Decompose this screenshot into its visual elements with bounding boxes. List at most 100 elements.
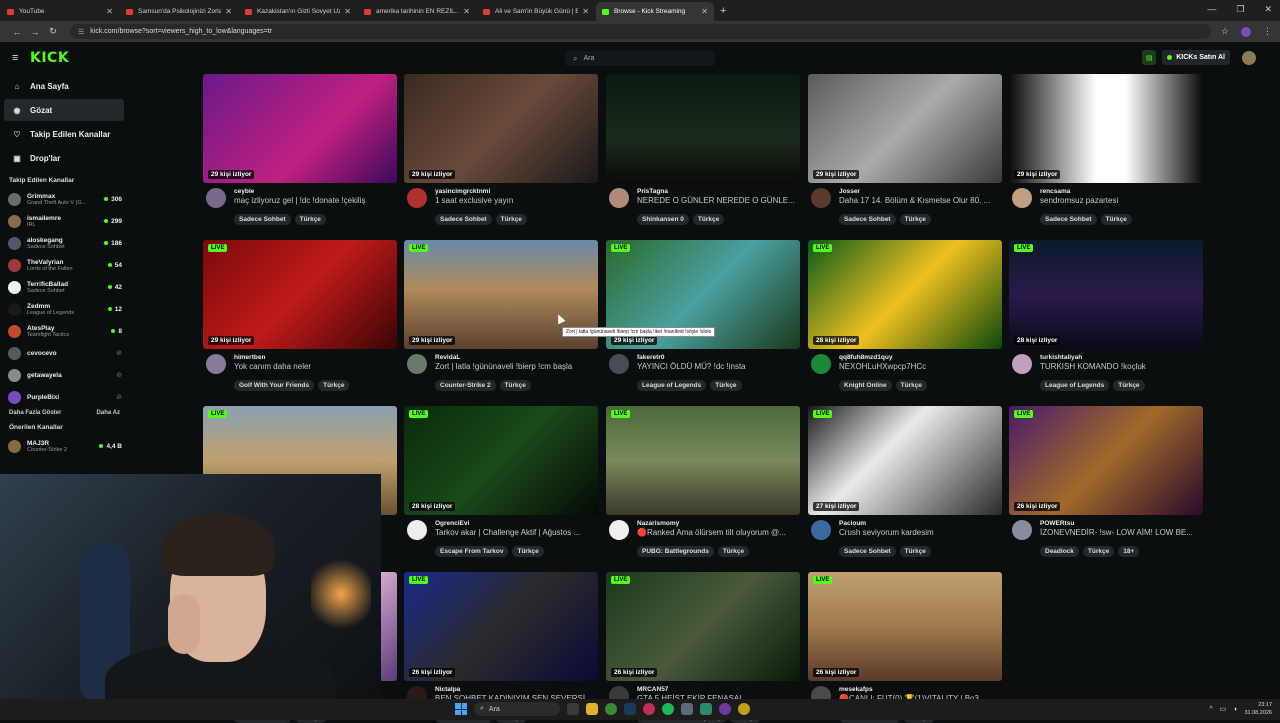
stream-thumbnail[interactable]: LIVE 26 kişi izliyor (1009, 406, 1203, 515)
task-view-icon[interactable] (567, 703, 579, 715)
stream-title[interactable]: Yok canım daha neler (234, 362, 397, 371)
buy-kicks-button[interactable]: KICKs Satın Al (1162, 50, 1230, 65)
steam-icon[interactable] (624, 703, 636, 715)
stream-tag[interactable]: Sadece Sohbet (1040, 214, 1097, 225)
browser-tab[interactable]: YouTube ✕ (1, 2, 119, 21)
streamer-name[interactable]: yasincimgrcktnmi (435, 188, 598, 195)
stream-thumbnail[interactable] (606, 74, 800, 183)
stream-tag[interactable]: Knight Online (839, 380, 892, 391)
streamer-name[interactable]: PrisTagna (637, 188, 800, 195)
stream-thumbnail[interactable]: 29 kişi izliyor (404, 74, 598, 183)
streamer-name[interactable]: mesekafps (839, 686, 1002, 693)
streamer-avatar[interactable] (1012, 520, 1032, 540)
network-icon[interactable]: ▭ (1220, 705, 1227, 713)
stream-title[interactable]: Tarkov akar | Challenge Aktif | Ağustos … (435, 528, 598, 537)
stream-tag[interactable]: Sadece Sohbet (234, 214, 291, 225)
spotify-icon[interactable] (662, 703, 674, 715)
url-input[interactable]: ☰ kick.com/browse?sort=viewers_high_to_l… (70, 24, 1211, 39)
stream-title[interactable]: TURKISH KOMANDO !koçluk (1040, 362, 1203, 371)
close-tab-icon[interactable]: ✕ (225, 7, 232, 16)
close-tab-icon[interactable]: ✕ (701, 7, 708, 16)
stream-card[interactable]: 29 kişi izliyor rencsama sendromsuz pazart… (1009, 74, 1203, 225)
stream-card[interactable]: LIVE 29 kişi izliyor fakeretr0 YAYINCI ÖLDÜ… (606, 240, 800, 391)
file-explorer-icon[interactable] (586, 703, 598, 715)
streamer-avatar[interactable] (609, 354, 629, 374)
followed-channel[interactable]: TerrificBallad Sadece Sohbet 42 (0, 276, 130, 298)
stream-title[interactable]: YAYINCI ÖLDÜ MÜ? !dc !insta (637, 362, 800, 371)
search-input[interactable]: ⌕ Ara (565, 51, 715, 66)
streamer-name[interactable]: MRCAN57 (637, 686, 800, 693)
streamer-name[interactable]: rencsama (1040, 188, 1203, 195)
streamer-name[interactable]: qq8fuh8mzd1quy (839, 354, 1002, 361)
stream-manager-icon[interactable]: ▤ (1142, 50, 1157, 65)
followed-channel[interactable]: Grimmax Grand Theft Auto V (G... 306 (0, 188, 130, 210)
stream-card[interactable]: LIVE 28 kişi izliyor qq8fuh8mzd1quy NEXOHLu… (808, 240, 1002, 391)
sidebar-nav-item[interactable]: ⌂ Ana Sayfa (4, 75, 124, 97)
stream-tag[interactable]: Türkçe (895, 380, 927, 391)
stream-tag[interactable]: Türkçe (499, 380, 531, 391)
stream-card[interactable]: 29 kişi izliyor ceybie maç izliyoruz gel |… (203, 74, 397, 225)
stream-tag[interactable]: Shinkansen 0 (637, 214, 689, 225)
stream-card[interactable]: LIVE Nazarismomy 🔴Ranked Ama ölürsem tilt … (606, 406, 800, 557)
stream-tag[interactable]: Türkçe (899, 546, 931, 557)
stream-title[interactable]: Daha 17 14. Bölüm & Kısmetse Olur 80. ..… (839, 196, 1002, 205)
forward-icon[interactable]: → (26, 27, 44, 37)
maximize-icon[interactable]: ❐ (1236, 4, 1244, 15)
stream-title[interactable]: NEXOHLuHXwpcp7HCc (839, 362, 1002, 371)
browser-tab[interactable]: Browse - Kick Streaming ✕ (596, 2, 714, 21)
stream-tag[interactable]: PUBG: Battlegrounds (637, 546, 714, 557)
volume-icon[interactable]: ◖ (1233, 706, 1237, 713)
stream-title[interactable]: 1 saat exclusive yayın (435, 196, 598, 205)
stream-tag[interactable]: Deadlock (1040, 546, 1079, 557)
show-less-link[interactable]: Daha Az (97, 410, 120, 416)
sidebar-nav-item[interactable]: ◉ Gözat (4, 99, 124, 121)
followed-channel[interactable]: PurpleBixi ⊘ (0, 386, 130, 408)
stream-title[interactable]: 🔴Ranked Ama ölürsem tilt oluyorum @... (637, 528, 800, 537)
streamer-avatar[interactable] (811, 354, 831, 374)
stream-thumbnail[interactable]: LIVE 26 kişi izliyor (404, 572, 598, 681)
close-tab-icon[interactable]: ✕ (106, 7, 113, 16)
stream-thumbnail[interactable]: 29 kişi izliyor (1009, 74, 1203, 183)
kick-logo[interactable]: KICK (30, 50, 69, 66)
streamer-name[interactable]: turkishtaliyah (1040, 354, 1203, 361)
followed-channel[interactable]: cevocevo ⊘ (0, 342, 130, 364)
stream-tag[interactable]: Sadece Sohbet (839, 546, 896, 557)
chrome-icon[interactable] (605, 703, 617, 715)
close-window-icon[interactable]: ✕ (1264, 4, 1272, 15)
app-icon-green[interactable] (700, 703, 712, 715)
streamer-avatar[interactable] (1012, 188, 1032, 208)
sidebar-nav-item[interactable]: ▣ Drop'lar (4, 147, 124, 169)
stream-card[interactable]: LIVE 27 kişi izliyor Pacioum Crush seviyoru… (808, 406, 1002, 557)
sidebar-nav-item[interactable]: ♡ Takip Edilen Kanallar (4, 123, 124, 145)
stream-title[interactable]: İZONEVNEDİR- !sw- LOW AİM! LOW BE... (1040, 528, 1203, 537)
stream-card[interactable]: LIVE 29 kişi izliyor RevidaL Zort | latla !… (404, 240, 598, 391)
stream-tag[interactable]: Counter-Strike 2 (435, 380, 496, 391)
streamer-name[interactable]: Nazarismomy (637, 520, 800, 527)
back-icon[interactable]: ← (8, 27, 26, 37)
streamer-name[interactable]: ceybie (234, 188, 397, 195)
streamer-avatar[interactable] (407, 354, 427, 374)
close-tab-icon[interactable]: ✕ (344, 7, 351, 16)
stream-tag[interactable]: Türkçe (495, 214, 527, 225)
stream-tag[interactable]: Türkçe (1082, 546, 1115, 557)
stream-tag[interactable]: Sadece Sohbet (839, 214, 896, 225)
followed-channel[interactable]: getawayela ⊘ (0, 364, 130, 386)
stream-thumbnail[interactable]: 29 kişi izliyor (808, 74, 1002, 183)
streamer-name[interactable]: POWERtsu (1040, 520, 1203, 527)
stream-title[interactable]: maç izliyoruz gel | !dc !donate !çekiliş (234, 196, 397, 205)
streamer-name[interactable]: Pacioum (839, 520, 1002, 527)
tray-chevron-icon[interactable]: ^ (1209, 706, 1212, 713)
streamer-name[interactable]: himertben (234, 354, 397, 361)
stream-title[interactable]: NEREDE O GÜNLER NEREDE O GÜNLE... (637, 196, 800, 205)
followed-channel[interactable]: AtesPlay Teamfight Tactics 8 (0, 320, 130, 342)
stream-tag[interactable]: Sadece Sohbet (435, 214, 492, 225)
chrome-alt-icon[interactable] (738, 703, 750, 715)
streamer-avatar[interactable] (206, 354, 226, 374)
stream-card[interactable]: LIVE 28 kişi izliyor turkishtaliyah TURKISH… (1009, 240, 1203, 391)
stream-tag[interactable]: Türkçe (294, 214, 326, 225)
followed-channel[interactable]: aloskegang Sadece Sohbet 186 (0, 232, 130, 254)
browser-tab[interactable]: Ali ve Sam'in Büyük Günü | Evli...✕ (477, 2, 595, 21)
streamer-avatar[interactable] (407, 520, 427, 540)
streamer-name[interactable]: fakeretr0 (637, 354, 800, 361)
browser-tab[interactable]: Samsun'da Psikolojinizi Zorlay... ✕ (120, 2, 238, 21)
